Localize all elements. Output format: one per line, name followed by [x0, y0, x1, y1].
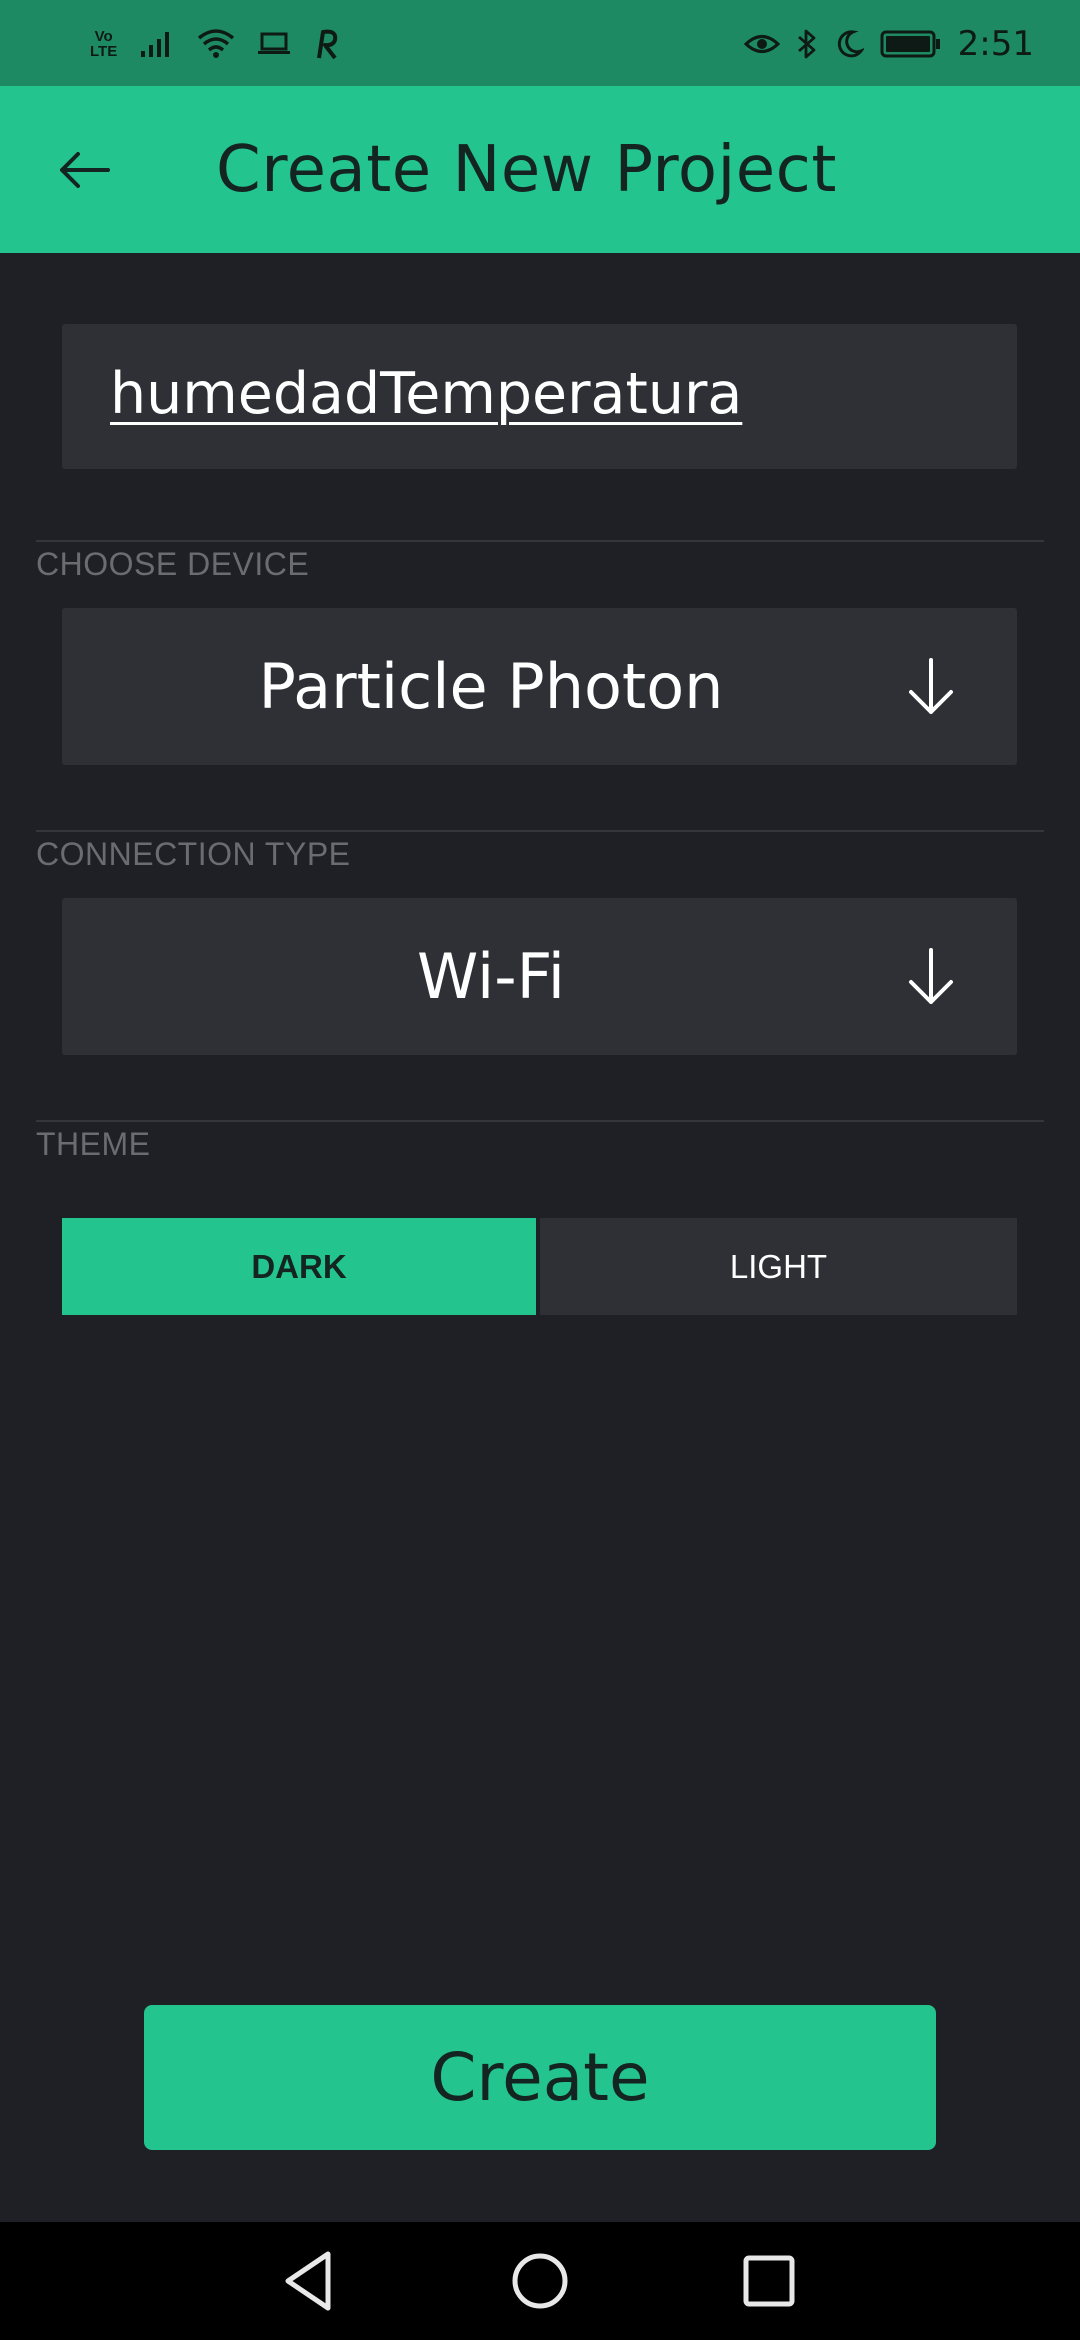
- arrow-down-icon: [909, 658, 953, 714]
- status-right-icons: 2:51: [743, 22, 1034, 66]
- theme-dark-option[interactable]: DARK: [62, 1218, 536, 1315]
- battery-icon: [880, 30, 940, 58]
- bluetooth-icon: [797, 29, 816, 59]
- divider: [36, 1120, 1044, 1122]
- status-bar: Vo LTE 2:51: [0, 0, 1080, 86]
- project-name-field[interactable]: [62, 324, 1017, 469]
- volte-top-text: Vo: [94, 28, 113, 45]
- page-title: Create New Project: [216, 133, 837, 207]
- create-project-screen: Vo LTE 2:51 Create New Project humedadTe…: [0, 0, 1080, 2340]
- moon-icon: [837, 30, 864, 58]
- signal-icon: [141, 32, 170, 57]
- create-button[interactable]: Create: [144, 2005, 936, 2150]
- theme-label: THEME: [36, 1126, 151, 1162]
- system-nav-bar: [0, 2222, 1080, 2340]
- connection-dropdown[interactable]: Wi-Fi: [62, 898, 1017, 1055]
- arrow-left-icon: [60, 152, 110, 188]
- device-dropdown[interactable]: Particle Photon: [62, 608, 1017, 765]
- app-bar: Create New Project: [0, 86, 1080, 253]
- project-name-input[interactable]: [110, 354, 960, 434]
- back-triangle-icon[interactable]: [276, 2248, 342, 2314]
- wifi-icon: [198, 29, 235, 58]
- divider: [36, 830, 1044, 832]
- volte-bottom-text: LTE: [90, 43, 118, 60]
- arrow-down-icon: [909, 948, 953, 1004]
- laptop-icon: [258, 32, 291, 54]
- connection-value: Wi-Fi: [417, 940, 565, 1013]
- divider: [36, 540, 1044, 542]
- clock-time: 2:51: [957, 24, 1034, 64]
- connection-type-label: CONNECTION TYPE: [36, 836, 351, 872]
- r-app-icon: [317, 29, 338, 60]
- theme-toggle: DARK LIGHT: [62, 1218, 1017, 1315]
- home-circle-icon[interactable]: [507, 2248, 573, 2314]
- recents-square-icon[interactable]: [736, 2248, 802, 2314]
- volte-icon: Vo LTE: [90, 29, 117, 59]
- device-value: Particle Photon: [258, 650, 724, 723]
- choose-device-label: CHOOSE DEVICE: [36, 546, 310, 582]
- back-button[interactable]: [40, 130, 128, 210]
- theme-light-option[interactable]: LIGHT: [540, 1218, 1017, 1315]
- status-left-icons: Vo LTE: [90, 22, 341, 66]
- eye-icon: [743, 35, 780, 53]
